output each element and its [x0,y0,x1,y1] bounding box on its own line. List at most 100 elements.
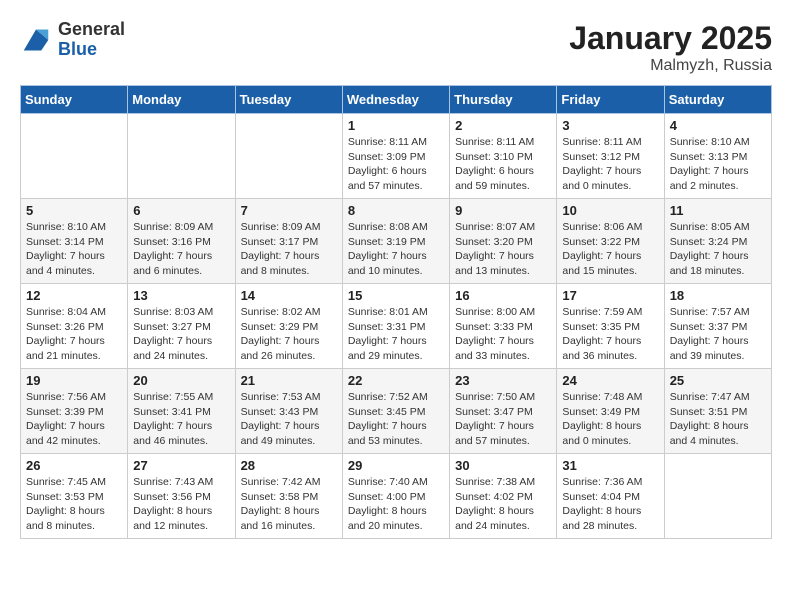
calendar-cell: 31 Sunrise: 7:36 AM Sunset: 4:04 PM Dayli… [557,454,664,539]
calendar-week-row: 19 Sunrise: 7:56 AM Sunset: 3:39 PM Dayli… [21,369,772,454]
weekday-header: Saturday [664,86,771,114]
day-info: Sunrise: 7:53 AM Sunset: 3:43 PM Dayligh… [241,390,337,449]
day-number: 7 [241,203,337,218]
day-info: Sunrise: 7:36 AM Sunset: 4:04 PM Dayligh… [562,475,658,534]
day-number: 14 [241,288,337,303]
day-info: Sunrise: 8:08 AM Sunset: 3:19 PM Dayligh… [348,220,444,279]
day-number: 19 [26,373,122,388]
day-info: Sunrise: 8:03 AM Sunset: 3:27 PM Dayligh… [133,305,229,364]
calendar-cell: 15 Sunrise: 8:01 AM Sunset: 3:31 PM Dayli… [342,284,449,369]
weekday-header: Tuesday [235,86,342,114]
logo-icon [20,26,52,54]
day-info: Sunrise: 8:09 AM Sunset: 3:17 PM Dayligh… [241,220,337,279]
day-number: 27 [133,458,229,473]
calendar-cell: 3 Sunrise: 8:11 AM Sunset: 3:12 PM Daylig… [557,114,664,199]
day-number: 28 [241,458,337,473]
calendar-cell [664,454,771,539]
day-number: 18 [670,288,766,303]
day-info: Sunrise: 8:06 AM Sunset: 3:22 PM Dayligh… [562,220,658,279]
day-number: 8 [348,203,444,218]
day-info: Sunrise: 7:38 AM Sunset: 4:02 PM Dayligh… [455,475,551,534]
day-number: 30 [455,458,551,473]
day-info: Sunrise: 7:45 AM Sunset: 3:53 PM Dayligh… [26,475,122,534]
calendar-cell: 30 Sunrise: 7:38 AM Sunset: 4:02 PM Dayli… [450,454,557,539]
day-info: Sunrise: 8:11 AM Sunset: 3:10 PM Dayligh… [455,135,551,194]
day-number: 6 [133,203,229,218]
calendar-cell: 12 Sunrise: 8:04 AM Sunset: 3:26 PM Dayli… [21,284,128,369]
day-info: Sunrise: 7:59 AM Sunset: 3:35 PM Dayligh… [562,305,658,364]
day-info: Sunrise: 8:05 AM Sunset: 3:24 PM Dayligh… [670,220,766,279]
calendar-cell: 1 Sunrise: 8:11 AM Sunset: 3:09 PM Daylig… [342,114,449,199]
calendar-subtitle: Malmyzh, Russia [569,57,772,75]
calendar-table: SundayMondayTuesdayWednesdayThursdayFrid… [20,85,772,539]
calendar-cell: 18 Sunrise: 7:57 AM Sunset: 3:37 PM Dayli… [664,284,771,369]
day-info: Sunrise: 7:42 AM Sunset: 3:58 PM Dayligh… [241,475,337,534]
calendar-cell [128,114,235,199]
calendar-cell [21,114,128,199]
day-info: Sunrise: 7:57 AM Sunset: 3:37 PM Dayligh… [670,305,766,364]
day-number: 15 [348,288,444,303]
calendar-cell: 13Sunrise: 8:03 AM Sunset: 3:27 PM Dayli… [128,284,235,369]
calendar-cell: 29Sunrise: 7:40 AM Sunset: 4:00 PM Dayli… [342,454,449,539]
calendar-cell: 22 Sunrise: 7:52 AM Sunset: 3:45 PM Dayli… [342,369,449,454]
calendar-cell: 11 Sunrise: 8:05 AM Sunset: 3:24 PM Dayli… [664,199,771,284]
day-info: Sunrise: 7:50 AM Sunset: 3:47 PM Dayligh… [455,390,551,449]
day-number: 12 [26,288,122,303]
calendar-cell: 2 Sunrise: 8:11 AM Sunset: 3:10 PM Daylig… [450,114,557,199]
calendar-cell: 23Sunrise: 7:50 AM Sunset: 3:47 PM Dayli… [450,369,557,454]
day-number: 31 [562,458,658,473]
weekday-header: Thursday [450,86,557,114]
calendar-cell: 17 Sunrise: 7:59 AM Sunset: 3:35 PM Dayli… [557,284,664,369]
day-number: 2 [455,118,551,133]
calendar-cell: 20Sunrise: 7:55 AM Sunset: 3:41 PM Dayli… [128,369,235,454]
day-number: 11 [670,203,766,218]
day-info: Sunrise: 8:11 AM Sunset: 3:09 PM Dayligh… [348,135,444,194]
calendar-cell: 28 Sunrise: 7:42 AM Sunset: 3:58 PM Dayli… [235,454,342,539]
day-info: Sunrise: 8:04 AM Sunset: 3:26 PM Dayligh… [26,305,122,364]
calendar-cell: 19 Sunrise: 7:56 AM Sunset: 3:39 PM Dayli… [21,369,128,454]
day-info: Sunrise: 7:56 AM Sunset: 3:39 PM Dayligh… [26,390,122,449]
day-number: 3 [562,118,658,133]
day-number: 9 [455,203,551,218]
calendar-cell: 9Sunrise: 8:07 AM Sunset: 3:20 PM Daylig… [450,199,557,284]
day-number: 24 [562,373,658,388]
day-number: 10 [562,203,658,218]
title-block: January 2025 Malmyzh, Russia [569,20,772,75]
logo: General Blue [20,20,125,60]
day-info: Sunrise: 8:10 AM Sunset: 3:13 PM Dayligh… [670,135,766,194]
day-info: Sunrise: 7:43 AM Sunset: 3:56 PM Dayligh… [133,475,229,534]
calendar-cell: 24 Sunrise: 7:48 AM Sunset: 3:49 PM Dayli… [557,369,664,454]
weekday-header: Monday [128,86,235,114]
day-info: Sunrise: 8:10 AM Sunset: 3:14 PM Dayligh… [26,220,122,279]
day-number: 21 [241,373,337,388]
day-number: 22 [348,373,444,388]
calendar-cell: 8 Sunrise: 8:08 AM Sunset: 3:19 PM Daylig… [342,199,449,284]
calendar-cell: 4 Sunrise: 8:10 AM Sunset: 3:13 PM Daylig… [664,114,771,199]
day-number: 20 [133,373,229,388]
calendar-week-row: 12 Sunrise: 8:04 AM Sunset: 3:26 PM Dayli… [21,284,772,369]
day-number: 1 [348,118,444,133]
day-info: Sunrise: 7:52 AM Sunset: 3:45 PM Dayligh… [348,390,444,449]
weekday-header: Friday [557,86,664,114]
weekday-header: Wednesday [342,86,449,114]
day-info: Sunrise: 7:40 AM Sunset: 4:00 PM Dayligh… [348,475,444,534]
day-number: 17 [562,288,658,303]
day-info: Sunrise: 7:48 AM Sunset: 3:49 PM Dayligh… [562,390,658,449]
calendar-cell [235,114,342,199]
day-info: Sunrise: 8:09 AM Sunset: 3:16 PM Dayligh… [133,220,229,279]
day-info: Sunrise: 8:00 AM Sunset: 3:33 PM Dayligh… [455,305,551,364]
calendar-cell: 5Sunrise: 8:10 AM Sunset: 3:14 PM Daylig… [21,199,128,284]
day-info: Sunrise: 8:11 AM Sunset: 3:12 PM Dayligh… [562,135,658,194]
calendar-week-row: 26Sunrise: 7:45 AM Sunset: 3:53 PM Dayli… [21,454,772,539]
calendar-cell: 7 Sunrise: 8:09 AM Sunset: 3:17 PM Daylig… [235,199,342,284]
calendar-cell: 16Sunrise: 8:00 AM Sunset: 3:33 PM Dayli… [450,284,557,369]
calendar-title: January 2025 [569,20,772,57]
calendar-cell: 21 Sunrise: 7:53 AM Sunset: 3:43 PM Dayli… [235,369,342,454]
calendar-cell: 25Sunrise: 7:47 AM Sunset: 3:51 PM Dayli… [664,369,771,454]
calendar-cell: 14 Sunrise: 8:02 AM Sunset: 3:29 PM Dayli… [235,284,342,369]
day-info: Sunrise: 8:01 AM Sunset: 3:31 PM Dayligh… [348,305,444,364]
calendar-cell: 10 Sunrise: 8:06 AM Sunset: 3:22 PM Dayli… [557,199,664,284]
day-number: 4 [670,118,766,133]
logo-text: General Blue [58,20,125,60]
day-info: Sunrise: 8:02 AM Sunset: 3:29 PM Dayligh… [241,305,337,364]
